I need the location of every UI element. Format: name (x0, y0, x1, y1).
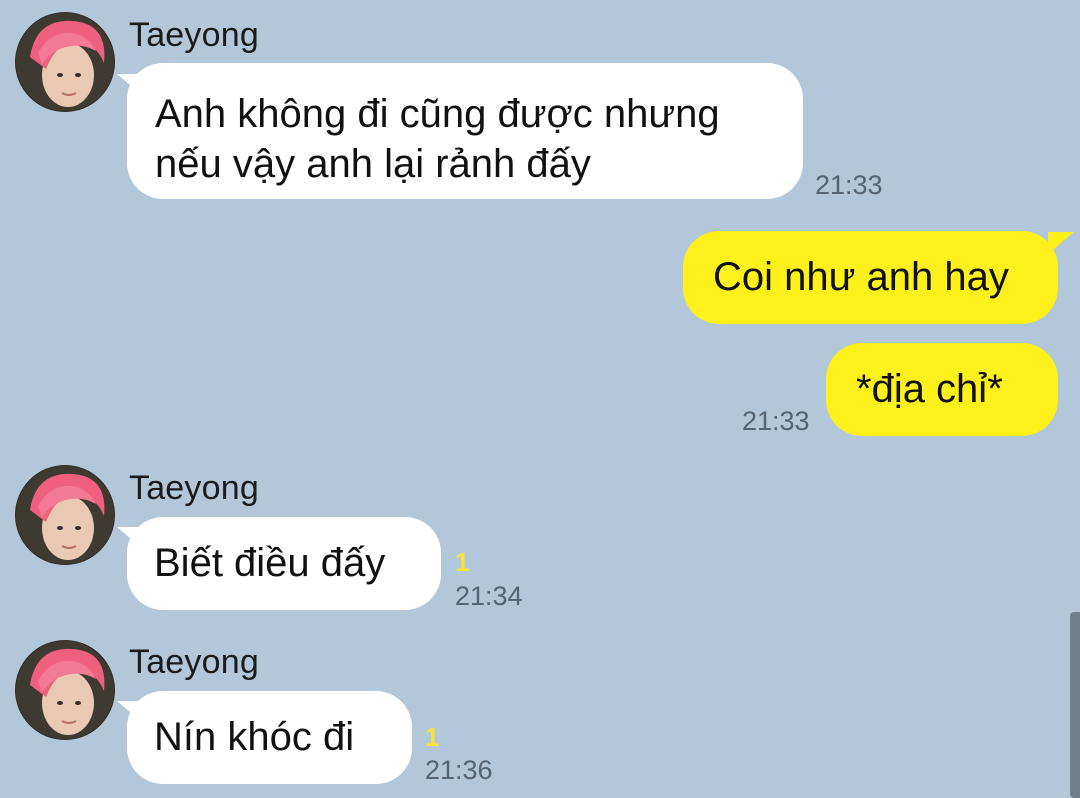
bubble-tail (1048, 232, 1074, 254)
message-timestamp: 21:33 (742, 406, 810, 436)
sender-name: Taeyong (129, 469, 259, 507)
unread-count: 1 (455, 547, 470, 577)
message-text: *địa chỉ* (856, 367, 1003, 411)
message-text: Coi như anh hay (713, 255, 1009, 299)
message-bubble-incoming[interactable]: Anh không đi cũng được nhưng nếu vậy anh… (127, 63, 803, 199)
message-timestamp: 21:36 (425, 755, 493, 785)
profile-photo-icon (16, 13, 114, 111)
profile-photo-icon (16, 641, 114, 739)
scrollbar-thumb[interactable] (1070, 612, 1080, 798)
unread-count: 1 (425, 722, 440, 752)
chat-area[interactable]: Taeyong Anh không đi cũng được nhưng nếu… (0, 0, 1080, 798)
sender-avatar[interactable] (15, 640, 115, 740)
message-text: Nín khóc đi (154, 715, 355, 759)
message-bubble-incoming[interactable]: Nín khóc đi (127, 691, 412, 784)
message-bubble-incoming[interactable]: Biết điều đấy (127, 517, 441, 610)
message-text-line: nếu vậy anh lại rảnh đấy (155, 142, 591, 186)
message-text: Biết điều đấy (154, 541, 386, 585)
sender-name: Taeyong (129, 16, 259, 54)
profile-photo-icon (16, 466, 114, 564)
message-timestamp: 21:33 (815, 170, 883, 200)
message-text-line: Anh không đi cũng được nhưng (155, 92, 720, 136)
message-bubble-outgoing[interactable]: *địa chỉ* (826, 343, 1058, 436)
sender-avatar[interactable] (15, 12, 115, 112)
message-bubble-outgoing[interactable]: Coi như anh hay (683, 231, 1058, 324)
sender-name: Taeyong (129, 643, 259, 681)
sender-avatar[interactable] (15, 465, 115, 565)
message-timestamp: 21:34 (455, 581, 523, 611)
